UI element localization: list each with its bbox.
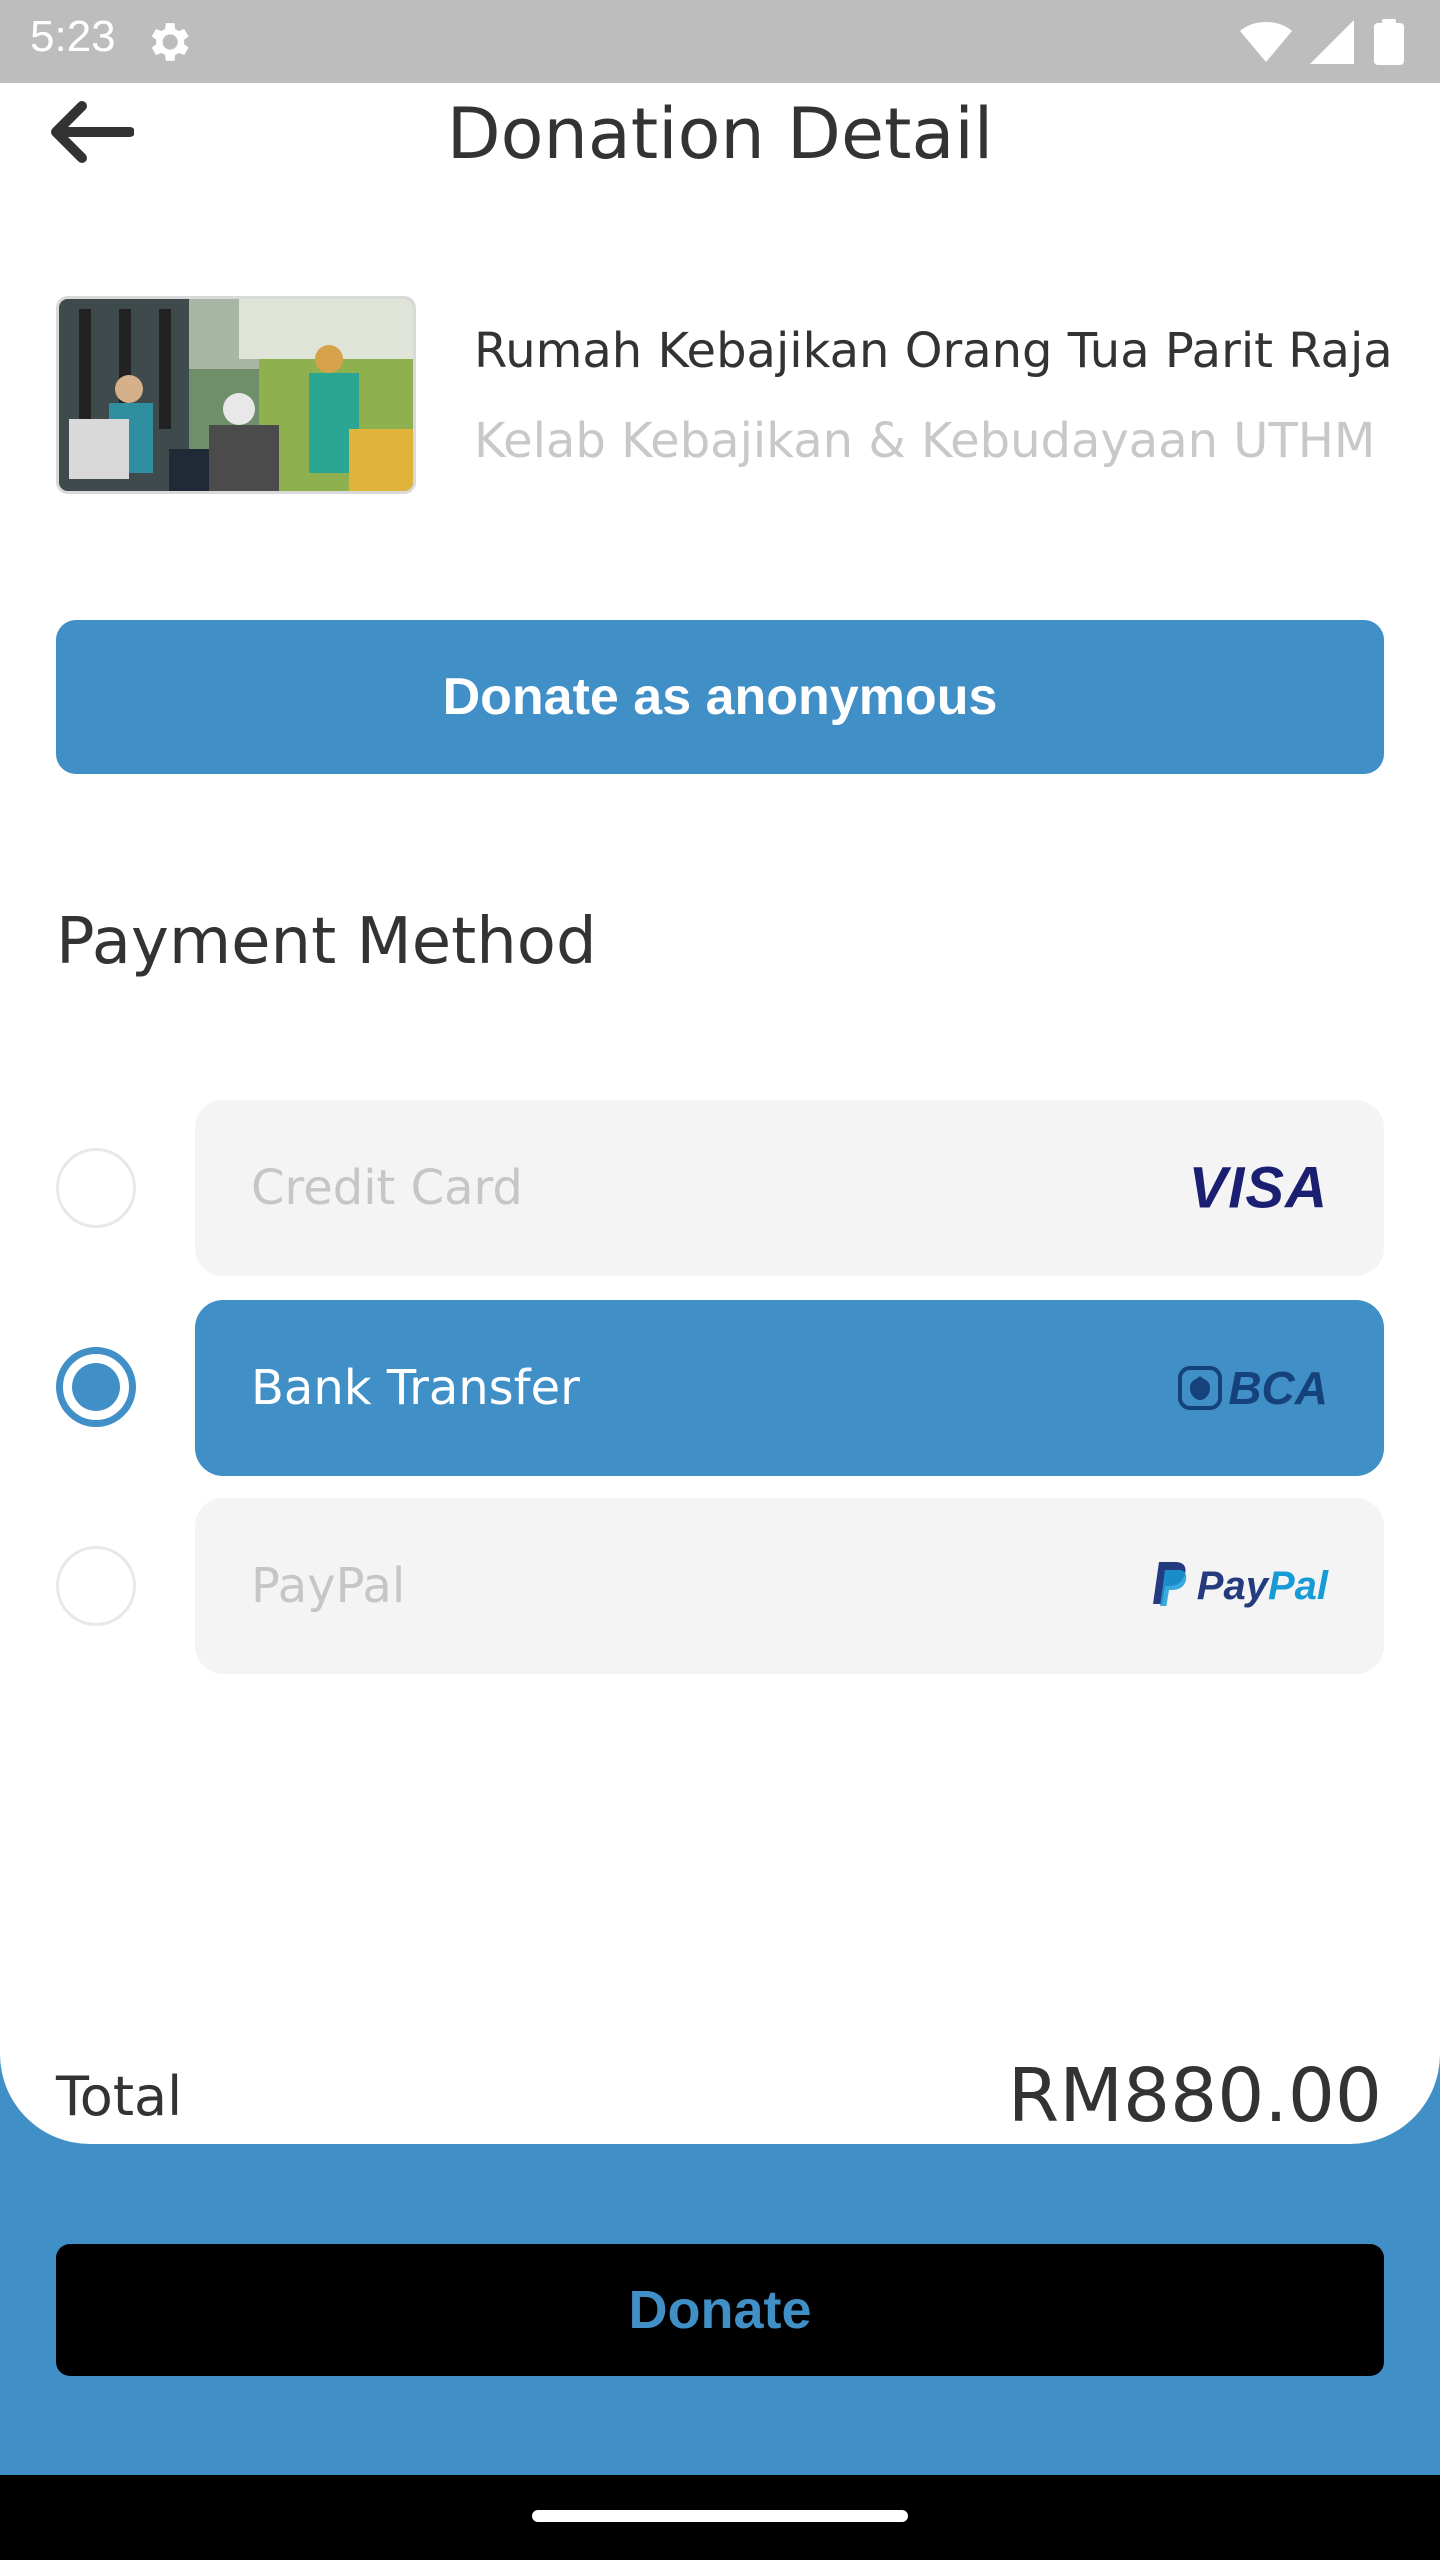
- signal-icon: [1310, 20, 1354, 64]
- campaign-photo: [56, 296, 416, 494]
- status-time: 5:23: [30, 12, 116, 61]
- campaign-organizer: Kelab Kebajikan & Kebudayaan UTHM: [474, 413, 1376, 469]
- page-title: Donation Detail: [446, 93, 994, 175]
- home-gesture-handle[interactable]: [532, 2510, 908, 2522]
- total-label: Total: [56, 2065, 183, 2128]
- paypal-logo: PayPal: [1149, 1562, 1328, 1610]
- bca-emblem-icon: [1178, 1366, 1223, 1410]
- bca-logo: BCA: [1178, 1361, 1328, 1415]
- battery-icon: [1374, 19, 1404, 65]
- settings-gear-icon: [151, 23, 189, 61]
- total-amount: RM880.00: [1007, 2053, 1382, 2139]
- donate-anonymous-button[interactable]: Donate as anonymous: [56, 620, 1384, 774]
- radio-paypal[interactable]: [56, 1546, 136, 1626]
- payment-method-heading: Payment Method: [56, 905, 597, 979]
- payment-option-bank-transfer[interactable]: Bank Transfer BCA: [195, 1300, 1384, 1476]
- wifi-icon: [1240, 22, 1292, 62]
- payment-option-credit-card[interactable]: Credit Card VISA: [195, 1100, 1384, 1276]
- payment-option-label: PayPal: [251, 1558, 406, 1614]
- payment-option-label: Credit Card: [251, 1160, 523, 1216]
- donate-button[interactable]: Donate: [56, 2244, 1384, 2376]
- radio-bank-transfer[interactable]: [56, 1347, 136, 1427]
- paypal-wordmark: PayPal: [1196, 1563, 1328, 1608]
- status-bar: [0, 0, 1440, 83]
- status-icons: [1240, 18, 1404, 66]
- campaign-title: Rumah Kebajikan Orang Tua Parit Raja: [474, 323, 1393, 379]
- visa-logo: VISA: [1188, 1155, 1328, 1221]
- radio-credit-card[interactable]: [56, 1148, 136, 1228]
- payment-option-label: Bank Transfer: [251, 1360, 580, 1416]
- paypal-mark-icon: [1152, 1562, 1187, 1606]
- payment-option-paypal[interactable]: PayPal PayPal: [195, 1498, 1384, 1674]
